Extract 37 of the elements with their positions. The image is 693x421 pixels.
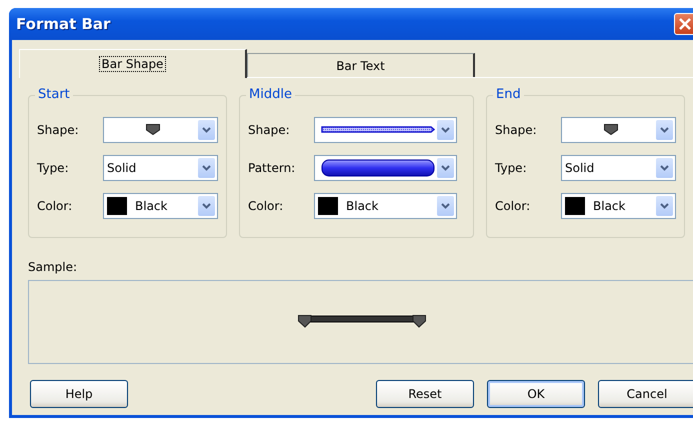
window-title: Format Bar xyxy=(16,15,110,33)
combo-value: Black xyxy=(593,198,626,212)
field-label: Type: xyxy=(37,160,70,174)
dropdown[interactable] xyxy=(561,116,676,142)
dialog-button[interactable]: Help xyxy=(30,380,128,408)
combo-value: Black xyxy=(135,198,168,212)
combo-value: Black xyxy=(346,198,378,212)
field-label: Pattern: xyxy=(248,160,296,174)
dialog-button[interactable]: OK xyxy=(487,380,585,408)
dialog-button[interactable]: Cancel xyxy=(598,380,693,408)
field-label: Type: xyxy=(495,160,528,174)
field-label: Color: xyxy=(37,198,74,212)
field-label: Shape: xyxy=(495,122,538,136)
dropdown[interactable]: Black xyxy=(103,192,218,218)
field-label: Shape: xyxy=(37,122,80,136)
tab[interactable]: Bar Shape xyxy=(19,49,247,78)
thin-bar-icon xyxy=(320,125,434,134)
field-label: Shape: xyxy=(248,122,291,136)
dialog-button[interactable]: Reset xyxy=(376,380,474,408)
field-label: Color: xyxy=(248,198,284,212)
combo-value: Solid xyxy=(107,160,138,176)
sample-label: Sample: xyxy=(28,260,78,274)
rounded-bar-icon xyxy=(320,158,434,176)
tab[interactable]: Bar Text xyxy=(247,53,475,77)
dropdown[interactable]: Solid xyxy=(103,154,218,180)
dropdown[interactable]: Black xyxy=(314,192,457,218)
field-label: Color: xyxy=(495,198,532,212)
combo-value: Solid xyxy=(565,160,596,176)
dropdown[interactable] xyxy=(314,116,457,142)
close-button[interactable] xyxy=(674,13,693,35)
dropdown[interactable] xyxy=(314,154,457,180)
close-icon xyxy=(678,17,692,31)
shape-marker-icon xyxy=(146,124,160,135)
dropdown[interactable]: Solid xyxy=(561,154,676,180)
dropdown[interactable] xyxy=(103,116,218,142)
shape-marker-icon xyxy=(604,124,618,135)
dropdown[interactable]: Black xyxy=(561,192,676,218)
